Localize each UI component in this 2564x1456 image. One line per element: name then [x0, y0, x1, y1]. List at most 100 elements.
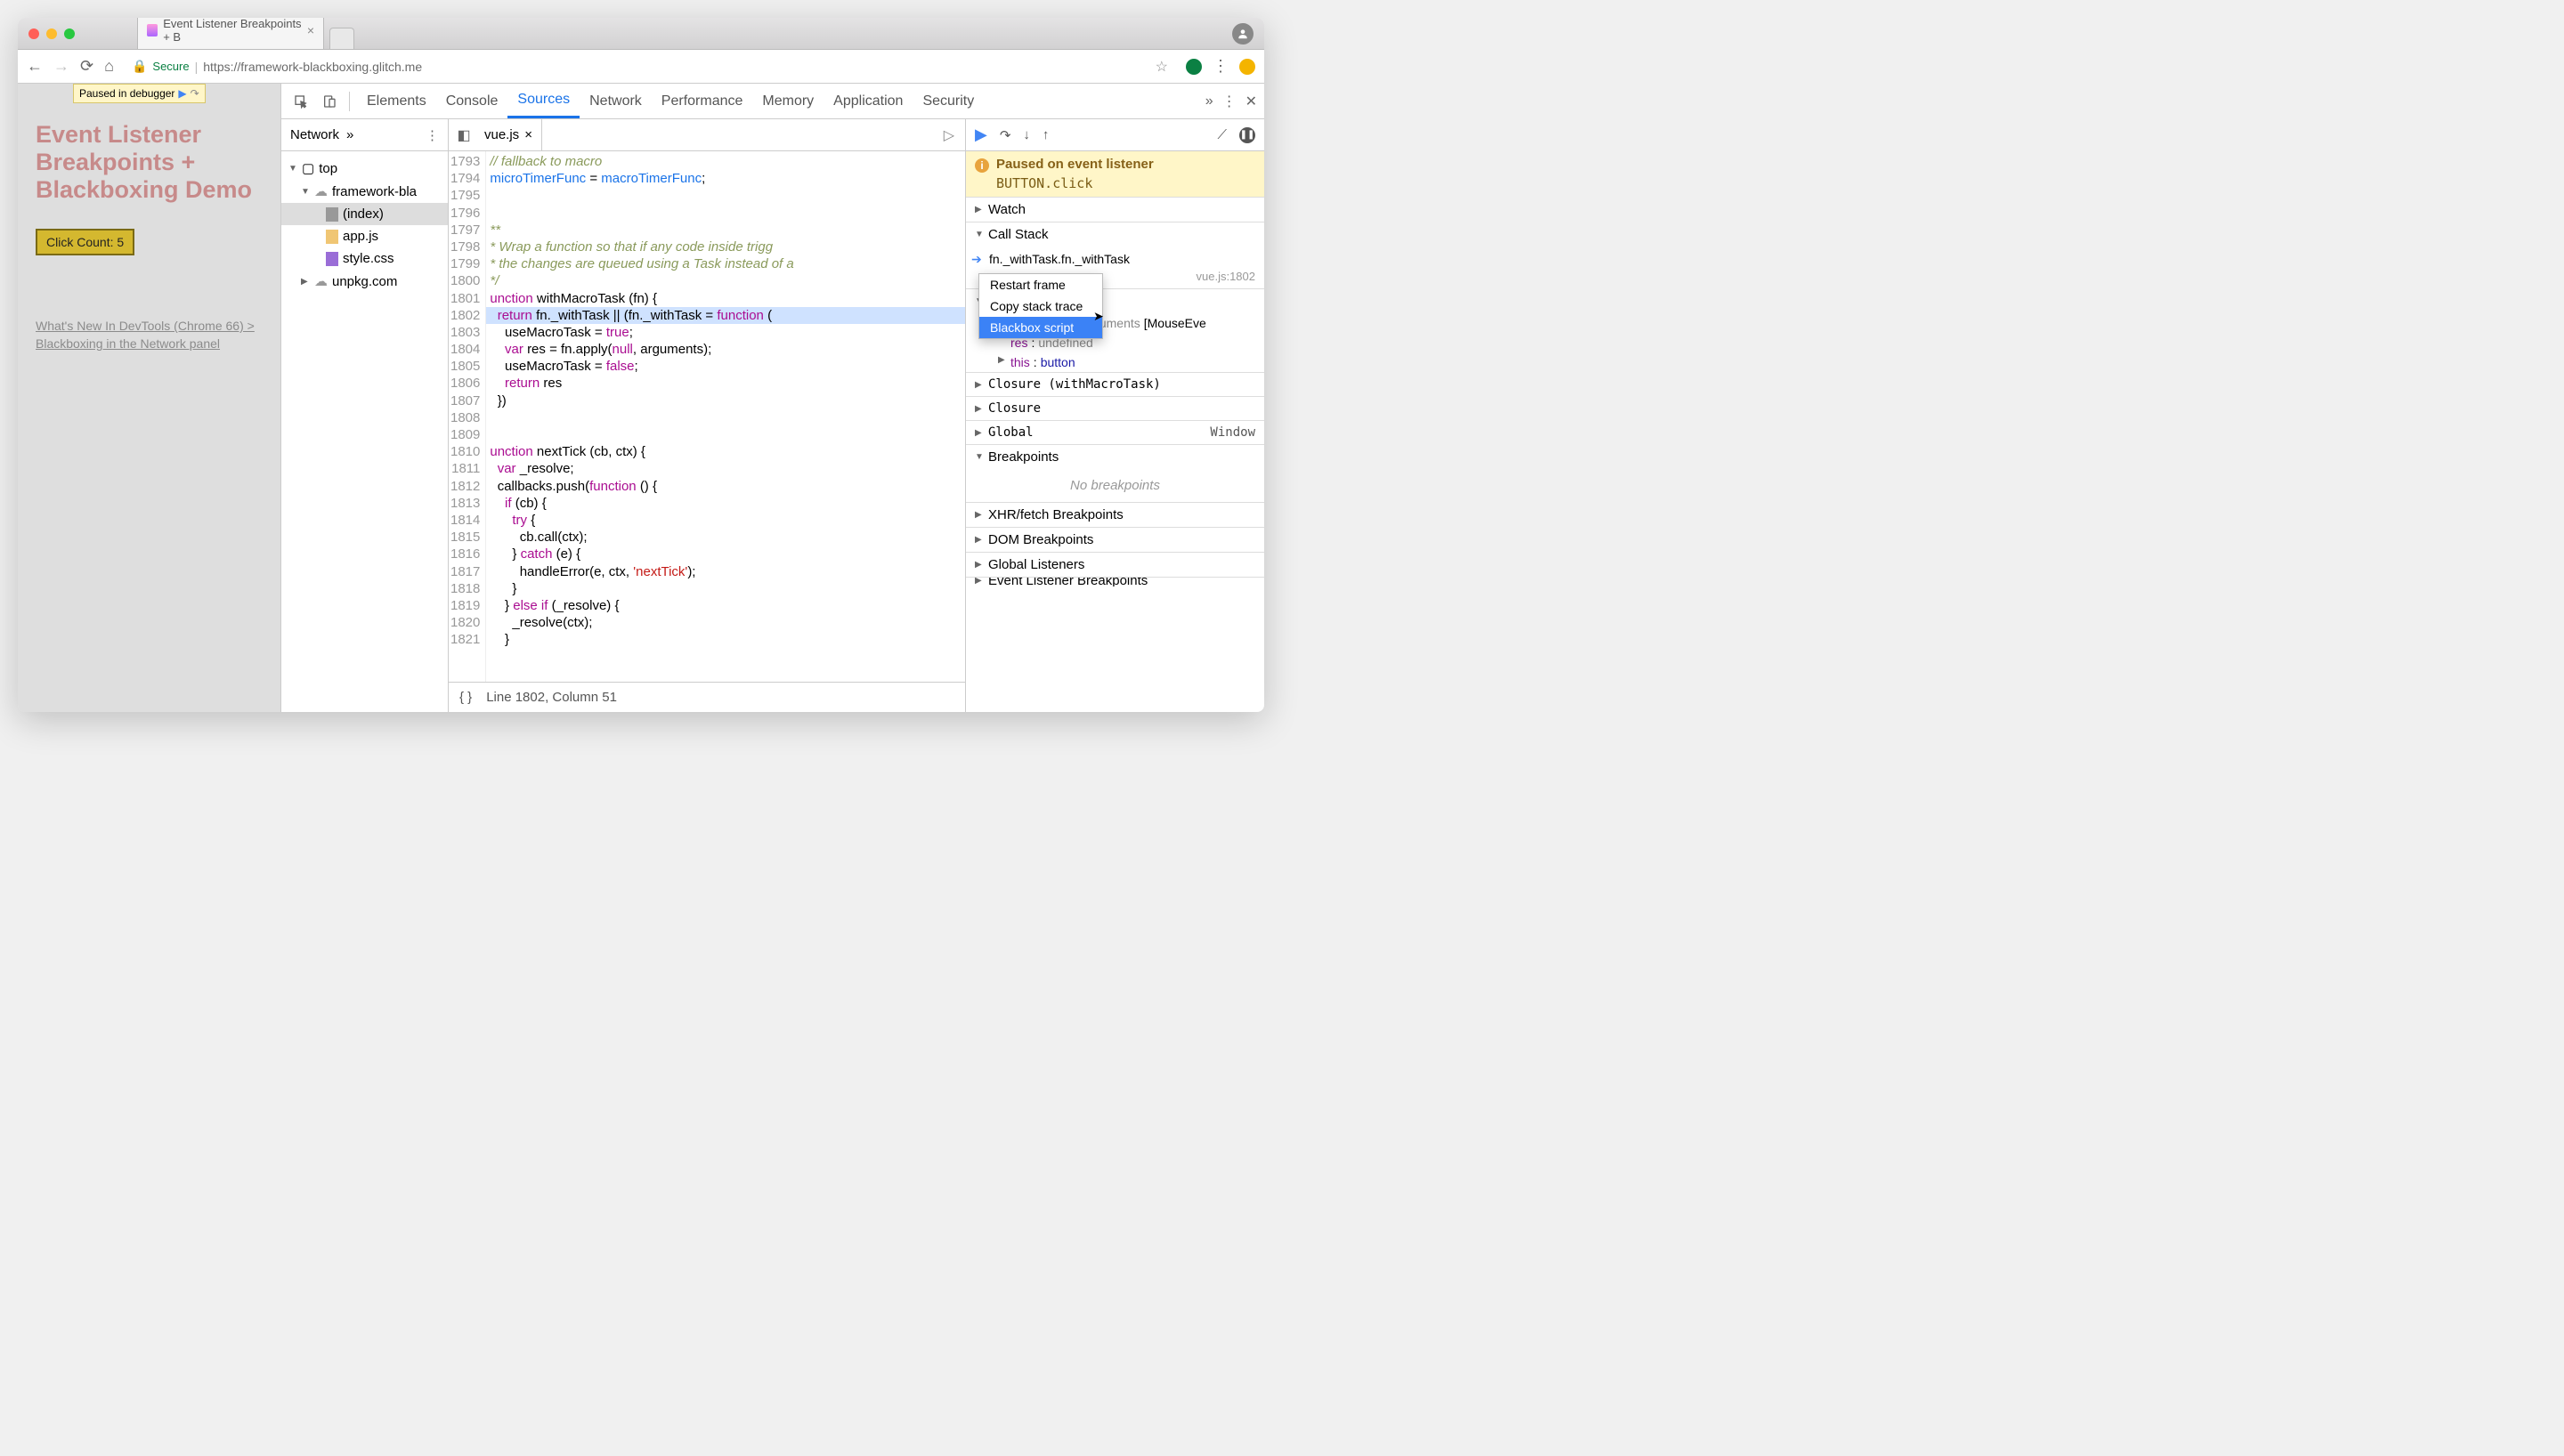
extension-icon[interactable]: [1186, 59, 1202, 75]
devtools-tab-console[interactable]: Console: [436, 84, 508, 118]
devtools-panel: ElementsConsoleSourcesNetworkPerformance…: [280, 84, 1264, 712]
global-section[interactable]: ▶GlobalWindow: [966, 421, 1264, 444]
account-icon[interactable]: [1232, 23, 1254, 44]
page-title: Event Listener Breakpoints + Blackboxing…: [36, 121, 263, 204]
cloud-icon: ☁: [314, 273, 328, 289]
navigator-pane: Network » ⋮ ▼▢top ▼☁framework-bla (index…: [281, 119, 449, 712]
step-over-button[interactable]: ↷: [1000, 127, 1011, 143]
deactivate-breakpoints-button[interactable]: ⟋: [1217, 127, 1227, 142]
editor-file-tab[interactable]: vue.js ×: [475, 119, 542, 150]
address-bar: ← → ⟳ ⌂ 🔒 Secure | https://framework-bla…: [18, 50, 1264, 84]
url-text: https://framework-blackboxing.glitch.me: [203, 60, 422, 74]
close-window-button[interactable]: [28, 28, 39, 39]
closure2-section[interactable]: ▶Closure: [966, 397, 1264, 420]
css-file-icon: [326, 252, 338, 266]
device-toggle-icon[interactable]: [317, 89, 342, 114]
close-file-icon[interactable]: ×: [524, 127, 532, 142]
secure-label: Secure: [152, 60, 189, 73]
cursor-icon: ➤: [1093, 309, 1104, 324]
run-snippet-icon[interactable]: ▷: [937, 126, 961, 144]
paused-in-debugger-pill: Paused in debugger ▶ ↷: [73, 84, 206, 103]
devtools-tab-security[interactable]: Security: [913, 84, 984, 118]
navigator-tab[interactable]: Network: [290, 127, 339, 142]
watch-section[interactable]: ▶Watch: [966, 198, 1264, 222]
forward-button[interactable]: →: [53, 57, 69, 76]
no-breakpoints-label: No breakpoints: [966, 469, 1264, 502]
devtools-tab-performance[interactable]: Performance: [652, 84, 753, 118]
pause-on-exceptions-button[interactable]: ❚❚: [1239, 127, 1255, 143]
editor-pane: ◧ vue.js × ▷ 179317941795179617971798179…: [449, 119, 966, 712]
pretty-print-icon[interactable]: { }: [459, 690, 472, 705]
editor-file-name: vue.js: [484, 127, 519, 142]
step-out-button[interactable]: ↑: [1043, 127, 1050, 142]
inspect-element-icon[interactable]: [288, 89, 313, 114]
file-index[interactable]: (index): [281, 203, 448, 225]
js-file-icon: [326, 230, 338, 244]
navigator-menu-icon[interactable]: ⋮: [426, 127, 439, 143]
maximize-window-button[interactable]: [64, 28, 75, 39]
resume-button[interactable]: ▶: [975, 125, 987, 144]
devtools-tab-elements[interactable]: Elements: [357, 84, 436, 118]
bookmark-star-icon[interactable]: ☆: [1156, 58, 1168, 76]
pause-label: Paused in debugger: [79, 87, 174, 100]
devtools-tab-sources[interactable]: Sources: [507, 84, 580, 118]
ctx-copy-stack-trace[interactable]: Copy stack trace: [979, 295, 1102, 317]
ctx-restart-frame[interactable]: Restart frame: [979, 274, 1102, 295]
menu-icon[interactable]: ⋮: [1213, 57, 1229, 76]
step-into-button[interactable]: ↓: [1023, 127, 1030, 142]
more-tabs-icon[interactable]: »: [1205, 93, 1213, 109]
info-icon: i: [975, 158, 989, 173]
closure1-section[interactable]: ▶Closure (withMacroTask): [966, 373, 1264, 396]
editor-status-bar: { } Line 1802, Column 51: [449, 682, 965, 712]
scope-this[interactable]: ▶this: button: [966, 352, 1264, 372]
close-devtools-icon[interactable]: ✕: [1245, 93, 1257, 110]
pause-title: Paused on event listener: [996, 157, 1154, 172]
url-input[interactable]: 🔒 Secure | https://framework-blackboxing…: [125, 54, 1175, 79]
editor-nav-icon[interactable]: ◧: [452, 126, 475, 144]
xhr-breakpoints-section[interactable]: ▶XHR/fetch Breakpoints: [966, 503, 1264, 527]
browser-window: Event Listener Breakpoints + B × ← → ⟳ ⌂…: [18, 18, 1264, 712]
home-button[interactable]: ⌂: [104, 57, 114, 76]
file-style-css[interactable]: style.css: [281, 247, 448, 270]
devtools-menu-icon[interactable]: ⋮: [1222, 93, 1237, 110]
minimize-window-button[interactable]: [46, 28, 57, 39]
resume-icon[interactable]: ▶: [178, 87, 186, 100]
navigator-more-icon[interactable]: »: [346, 127, 353, 142]
devtools-tab-network[interactable]: Network: [580, 84, 652, 118]
file-app-js[interactable]: app.js: [281, 225, 448, 247]
pause-reason: i Paused on event listener BUTTON.click: [966, 151, 1264, 198]
event-listener-bp-section[interactable]: ▶Event Listener Breakpoints: [966, 578, 1264, 586]
tab-title: Event Listener Breakpoints + B: [163, 18, 302, 44]
browser-tab[interactable]: Event Listener Breakpoints + B ×: [137, 18, 324, 49]
cloud-icon: ☁: [314, 183, 328, 199]
devtools-tab-application[interactable]: Application: [824, 84, 913, 118]
devtools-tabs: ElementsConsoleSourcesNetworkPerformance…: [281, 84, 1264, 119]
cursor-position: Line 1802, Column 51: [486, 690, 617, 705]
step-icon[interactable]: ↷: [191, 87, 199, 100]
global-listeners-section[interactable]: ▶Global Listeners: [966, 553, 1264, 577]
docs-link[interactable]: What's New In DevTools (Chrome 66) > Bla…: [36, 318, 263, 352]
warning-icon[interactable]: [1239, 59, 1255, 75]
lock-icon: 🔒: [132, 59, 147, 74]
click-count-button[interactable]: Click Count: 5: [36, 229, 134, 255]
ctx-blackbox-script[interactable]: Blackbox script: [979, 317, 1102, 338]
devtools-tab-memory[interactable]: Memory: [752, 84, 824, 118]
callstack-section[interactable]: ▼Call Stack: [966, 222, 1264, 247]
favicon-icon: [147, 24, 158, 36]
back-button[interactable]: ←: [27, 57, 43, 76]
new-tab-button[interactable]: [329, 28, 354, 49]
tree-domain[interactable]: ▼☁framework-bla: [281, 180, 448, 203]
tree-domain-unpkg[interactable]: ▶☁unpkg.com: [281, 270, 448, 293]
code-editor[interactable]: 1793179417951796179717981799180018011802…: [449, 151, 965, 682]
pause-subtitle: BUTTON.click: [996, 175, 1154, 191]
tree-top[interactable]: ▼▢top: [281, 157, 448, 180]
dom-breakpoints-section[interactable]: ▶DOM Breakpoints: [966, 528, 1264, 552]
page-viewport: Paused in debugger ▶ ↷ Event Listener Br…: [18, 84, 280, 712]
debugger-pane: ▶ ↷ ↓ ↑ ⟋ ❚❚ i Paused on event listener …: [966, 119, 1264, 712]
stack-location[interactable]: vue.js:1802: [1197, 270, 1256, 283]
breakpoints-section[interactable]: ▼Breakpoints: [966, 445, 1264, 469]
reload-button[interactable]: ⟳: [80, 57, 93, 76]
stack-frame[interactable]: ➔ fn._withTask.fn._withTask: [966, 248, 1264, 270]
close-tab-icon[interactable]: ×: [307, 24, 314, 36]
document-icon: [326, 207, 338, 222]
